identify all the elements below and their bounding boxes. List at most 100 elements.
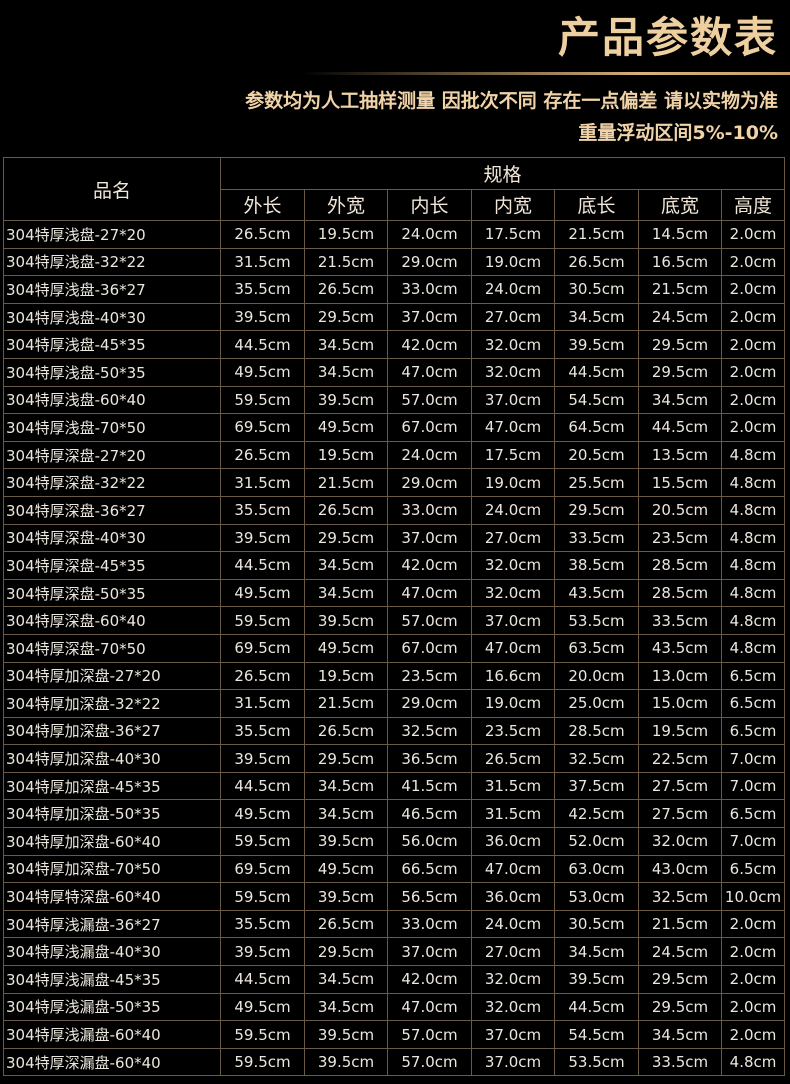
spec-value-cell: 23.5cm xyxy=(471,716,555,746)
product-name-cell: 304特厚浅漏盘-45*35 xyxy=(3,965,221,994)
spec-value-cell: 42.0cm xyxy=(387,965,472,994)
product-name-cell: 304特厚深盘-50*35 xyxy=(3,578,221,608)
spec-value-cell: 44.5cm xyxy=(638,413,722,442)
product-name-cell: 304特厚加深盘-45*35 xyxy=(3,771,221,801)
spec-value-cell: 59.5cm xyxy=(220,827,305,856)
spec-value-cell: 42.0cm xyxy=(387,330,472,359)
spec-value-cell: 39.5cm xyxy=(220,744,305,773)
spec-value-cell: 39.5cm xyxy=(220,523,305,553)
spec-value-cell: 31.5cm xyxy=(471,771,555,801)
spec-value-cell: 2.0cm xyxy=(720,965,786,994)
spec-value-cell: 34.5cm xyxy=(638,385,722,415)
spec-value-cell: 53.5cm xyxy=(554,1047,639,1077)
spec-value-cell: 7.0cm xyxy=(720,827,786,856)
spec-value-cell: 19.5cm xyxy=(304,661,388,691)
spec-value-cell: 22.5cm xyxy=(638,744,722,773)
product-name-cell: 304特厚深盘-40*30 xyxy=(3,523,221,553)
spec-value-cell: 4.8cm xyxy=(720,633,786,663)
spec-value-cell: 34.5cm xyxy=(638,1020,722,1049)
spec-value-cell: 28.5cm xyxy=(638,578,722,608)
spec-value-cell: 2.0cm xyxy=(720,909,786,939)
product-name-cell: 304特厚浅盘-40*30 xyxy=(3,302,221,332)
column-header: 底宽 xyxy=(638,188,722,221)
spec-value-cell: 25.5cm xyxy=(554,468,639,497)
spec-value-cell: 47.0cm xyxy=(471,854,555,884)
spec-value-cell: 19.5cm xyxy=(638,716,722,746)
spec-value-cell: 32.5cm xyxy=(387,716,472,746)
spec-value-cell: 20.5cm xyxy=(638,495,722,525)
spec-value-cell: 2.0cm xyxy=(720,220,786,249)
spec-value-cell: 37.5cm xyxy=(554,771,639,801)
spec-value-cell: 26.5cm xyxy=(220,440,305,470)
spec-value-cell: 24.0cm xyxy=(471,275,555,304)
table-row: 304特厚深盘-70*50 69.5cm 49.5cm 67.0cm 47.0cm 63.… xyxy=(3,633,786,663)
product-name-cell: 304特厚深盘-70*50 xyxy=(3,633,221,663)
title-divider xyxy=(300,72,790,75)
spec-value-cell: 34.5cm xyxy=(304,357,388,387)
spec-value-cell: 21.5cm xyxy=(304,468,388,497)
spec-value-cell: 27.5cm xyxy=(638,771,722,801)
spec-value-cell: 34.5cm xyxy=(304,771,388,801)
spec-value-cell: 4.8cm xyxy=(720,440,786,470)
product-name-cell: 304特厚浅漏盘-50*35 xyxy=(3,992,221,1022)
column-header: 高度 xyxy=(720,188,786,221)
spec-value-cell: 37.0cm xyxy=(387,937,472,967)
table-row: 304特厚深盘-27*20 26.5cm 19.5cm 24.0cm 17.5cm 20.… xyxy=(3,440,786,470)
spec-value-cell: 26.5cm xyxy=(304,275,388,304)
spec-value-cell: 26.5cm xyxy=(554,247,639,277)
spec-value-cell: 4.8cm xyxy=(720,578,786,608)
spec-value-cell: 44.5cm xyxy=(554,357,639,387)
spec-value-cell: 15.5cm xyxy=(638,468,722,497)
spec-value-cell: 26.5cm xyxy=(304,495,388,525)
spec-value-cell: 38.5cm xyxy=(554,551,639,580)
spec-value-cell: 46.5cm xyxy=(387,799,472,829)
table-row: 304特厚加深盘-40*30 39.5cm 29.5cm 36.5cm 26.5cm 32… xyxy=(3,744,786,773)
spec-value-cell: 15.0cm xyxy=(638,689,722,718)
spec-value-cell: 47.0cm xyxy=(471,413,555,442)
spec-value-cell: 32.5cm xyxy=(638,882,722,911)
product-name-cell: 304特厚浅盘-27*20 xyxy=(3,220,221,249)
table-row: 304特厚浅漏盘-40*30 39.5cm 29.5cm 37.0cm 27.0cm 34… xyxy=(3,937,786,967)
spec-value-cell: 13.5cm xyxy=(638,440,722,470)
spec-table: 品名 规格 外长 外宽 内长 内宽 底长 底宽 高度 304特厚浅盘-27*20 26.5cm… xyxy=(3,157,786,1077)
spec-value-cell: 29.5cm xyxy=(304,523,388,553)
spec-value-cell: 29.5cm xyxy=(638,965,722,994)
spec-value-cell: 34.5cm xyxy=(304,965,388,994)
spec-value-cell: 67.0cm xyxy=(387,413,472,442)
spec-value-cell: 31.5cm xyxy=(220,468,305,497)
table-row: 304特厚浅漏盘-50*35 49.5cm 34.5cm 47.0cm 32.0cm 44… xyxy=(3,992,786,1022)
spec-value-cell: 32.0cm xyxy=(471,965,555,994)
spec-value-cell: 19.5cm xyxy=(304,440,388,470)
spec-value-cell: 34.5cm xyxy=(554,937,639,967)
table-row: 304特厚浅盘-60*40 59.5cm 39.5cm 57.0cm 37.0cm 54.… xyxy=(3,385,786,415)
spec-value-cell: 29.5cm xyxy=(554,495,639,525)
product-name-cell: 304特厚加深盘-40*30 xyxy=(3,744,221,773)
spec-value-cell: 36.5cm xyxy=(387,744,472,773)
spec-value-cell: 41.5cm xyxy=(387,771,472,801)
spec-value-cell: 10.0cm xyxy=(720,882,786,911)
spec-value-cell: 39.5cm xyxy=(554,965,639,994)
spec-value-cell: 35.5cm xyxy=(220,275,305,304)
table-row: 304特厚深盘-40*30 39.5cm 29.5cm 37.0cm 27.0cm 33.… xyxy=(3,523,786,553)
spec-value-cell: 2.0cm xyxy=(720,247,786,277)
spec-value-cell: 29.0cm xyxy=(387,247,472,277)
spec-value-cell: 24.0cm xyxy=(471,495,555,525)
spec-value-cell: 27.0cm xyxy=(471,302,555,332)
table-row: 304特厚深盘-36*27 35.5cm 26.5cm 33.0cm 24.0cm 29.… xyxy=(3,495,786,525)
spec-value-cell: 39.5cm xyxy=(304,1020,388,1049)
spec-value-cell: 59.5cm xyxy=(220,606,305,635)
spec-value-cell: 47.0cm xyxy=(387,357,472,387)
spec-value-cell: 33.5cm xyxy=(638,1047,722,1077)
spec-value-cell: 7.0cm xyxy=(720,744,786,773)
spec-value-cell: 27.0cm xyxy=(471,937,555,967)
product-name-cell: 304特厚浅盘-36*27 xyxy=(3,275,221,304)
table-row: 304特厚特深盘-60*40 59.5cm 39.5cm 56.5cm 36.0cm 53… xyxy=(3,882,786,911)
spec-value-cell: 17.5cm xyxy=(471,440,555,470)
table-row: 304特厚深盘-45*35 44.5cm 34.5cm 42.0cm 32.0cm 38.… xyxy=(3,551,786,580)
spec-value-cell: 16.6cm xyxy=(471,661,555,691)
spec-value-cell: 32.0cm xyxy=(638,827,722,856)
spec-value-cell: 44.5cm xyxy=(554,992,639,1022)
column-header: 内宽 xyxy=(471,188,555,221)
product-name-cell: 304特厚加深盘-70*50 xyxy=(3,854,221,884)
spec-value-cell: 29.5cm xyxy=(638,357,722,387)
